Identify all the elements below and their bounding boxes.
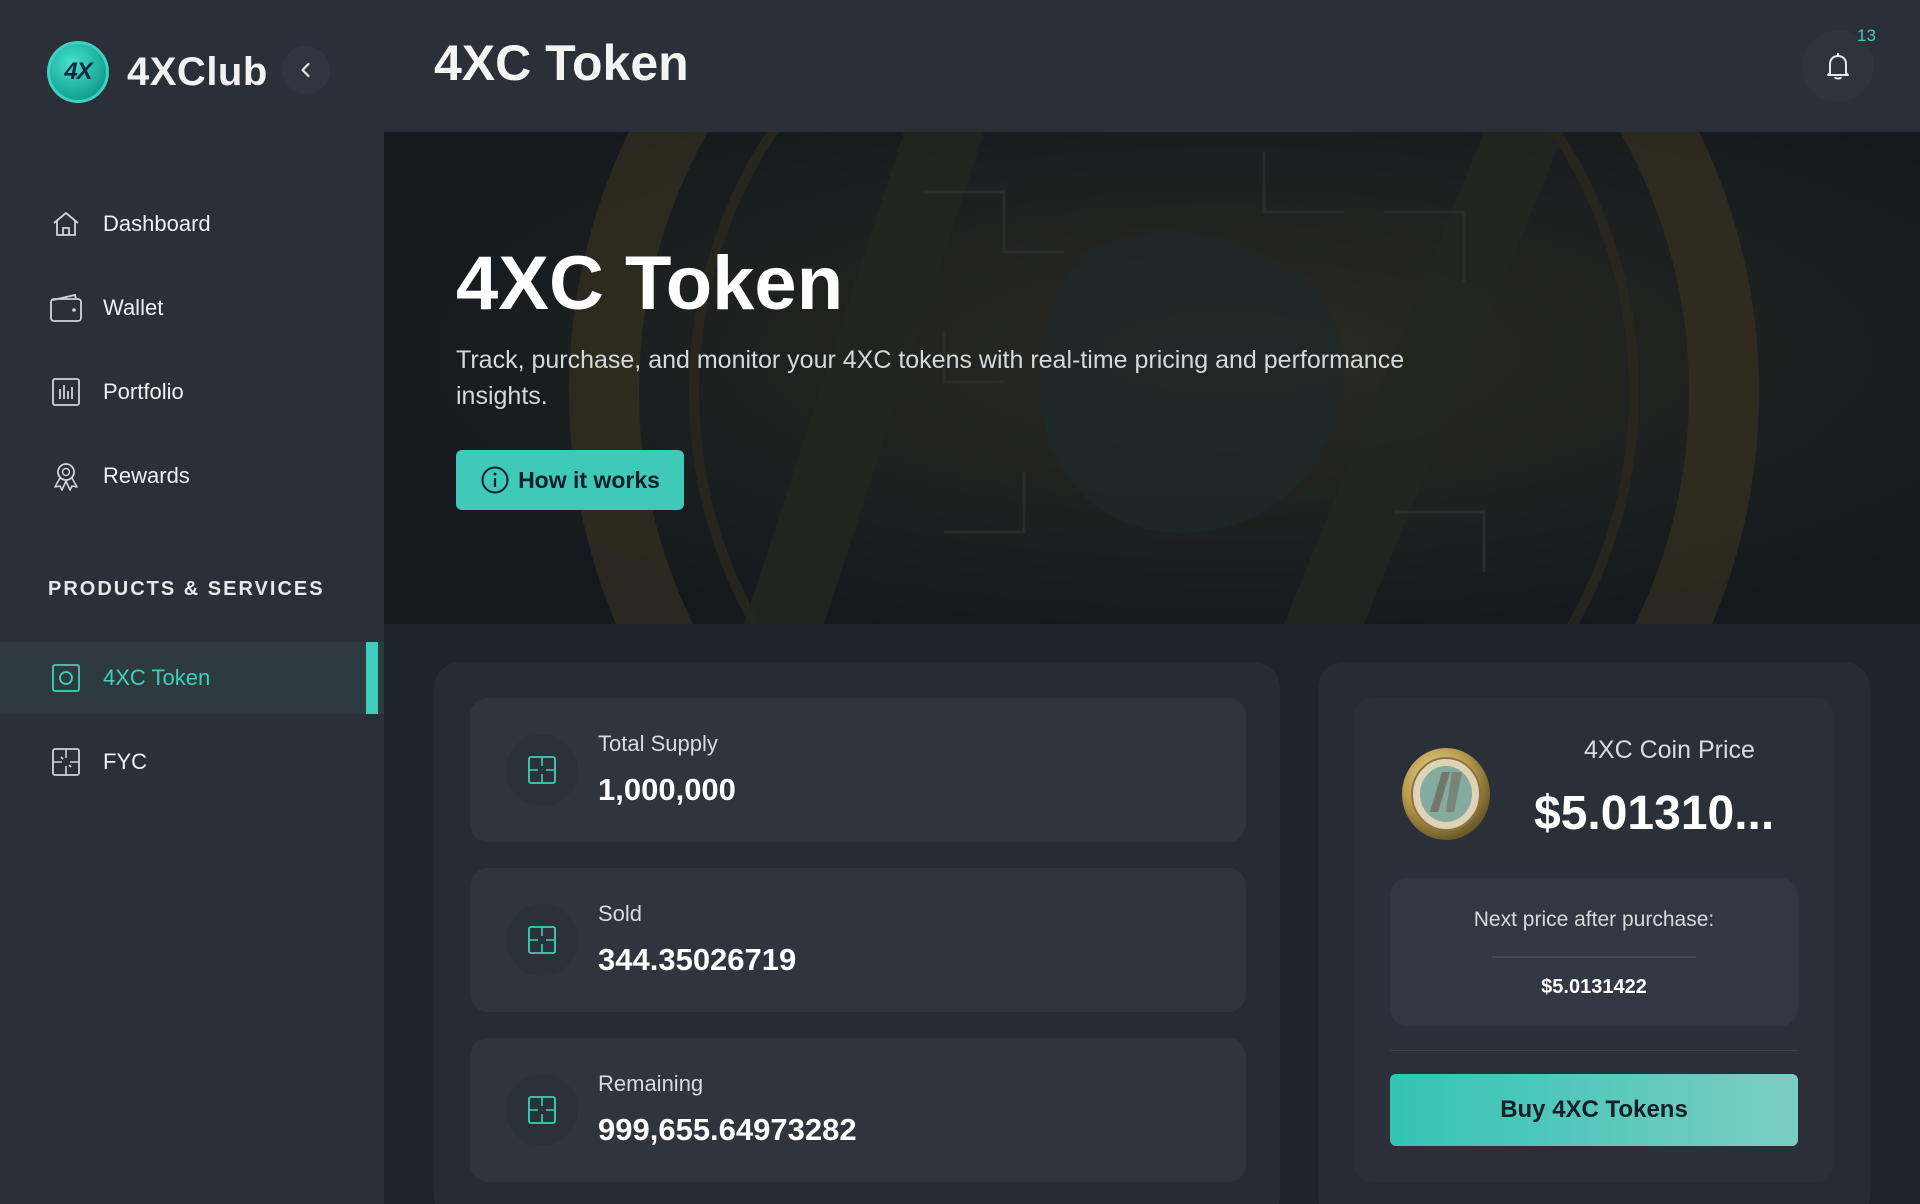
sidebar-item-label: FYC — [103, 749, 147, 774]
wallet-icon — [49, 291, 83, 325]
stat-card-remaining: Remaining 999,655.64973282 — [470, 1038, 1246, 1182]
page-title: 4XC Token — [434, 35, 689, 91]
token-stats-panel: Total Supply 1,000,000 Sold 344.35026719… — [434, 662, 1280, 1204]
home-icon — [49, 207, 83, 241]
stat-label: Remaining — [598, 1071, 704, 1096]
next-price-value: $5.0131422 — [1541, 976, 1647, 998]
how-it-works-button[interactable]: How it works — [456, 450, 684, 510]
products-nav: 4XC Token FYC — [0, 642, 384, 810]
main-nav: Dashboard Wallet Portfolio Rewards — [0, 188, 384, 524]
notification-count-badge: 13 — [1857, 26, 1876, 45]
stat-icon — [506, 904, 578, 976]
buy-tokens-label: Buy 4XC Tokens — [1500, 1096, 1688, 1123]
price-panel: 4XC Coin Price $5.01310... Next price af… — [1318, 662, 1870, 1204]
sidebar-item-wallet[interactable]: Wallet — [0, 272, 384, 344]
buy-tokens-button[interactable]: Buy 4XC Tokens — [1390, 1074, 1798, 1146]
sidebar-item-portfolio[interactable]: Portfolio — [0, 356, 384, 428]
sidebar-item-fyc[interactable]: FYC — [0, 726, 384, 798]
price-label: 4XC Coin Price — [1584, 736, 1755, 764]
sidebar-item-label: Portfolio — [103, 379, 184, 404]
sidebar: 4X 4XClub Dashboard Wallet Portfolio Rew… — [0, 0, 384, 1204]
sidebar-item-label: Dashboard — [103, 211, 211, 236]
next-price-box: Next price after purchase: $5.0131422 — [1390, 878, 1798, 1026]
stat-card-total-supply: Total Supply 1,000,000 — [470, 698, 1246, 842]
chart-icon — [49, 375, 83, 409]
stat-icon — [506, 734, 578, 806]
stat-label: Total Supply — [598, 731, 718, 756]
active-indicator — [366, 642, 378, 714]
stat-card-sold: Sold 344.35026719 — [470, 868, 1246, 1012]
4xc-coin-image — [1402, 748, 1490, 840]
divider — [1492, 956, 1696, 958]
award-icon — [49, 459, 83, 493]
hero-subtitle: Track, purchase, and monitor your 4XC to… — [456, 346, 1405, 410]
stat-label: Sold — [598, 901, 643, 926]
sidebar-item-rewards[interactable]: Rewards — [0, 440, 384, 512]
stat-value: 1,000,000 — [598, 772, 736, 807]
chevron-left-icon — [301, 62, 310, 78]
sidebar-item-dashboard[interactable]: Dashboard — [0, 188, 384, 260]
sidebar-item-4xc-token[interactable]: 4XC Token — [0, 642, 384, 714]
hero-banner: 4XC Token Track, purchase, and monitor y… — [384, 132, 1920, 624]
price-value: $5.01310... — [1534, 787, 1775, 840]
sidebar-item-label: 4XC Token — [103, 665, 211, 690]
hero-title: 4XC Token — [456, 241, 844, 326]
brand-logo: 4X — [47, 41, 109, 103]
brand-name: 4XClub — [127, 49, 268, 94]
grid-icon — [49, 745, 83, 779]
info-icon — [481, 466, 509, 494]
divider — [1390, 1050, 1798, 1051]
sidebar-item-label: Rewards — [103, 463, 190, 488]
stat-value: 999,655.64973282 — [598, 1112, 857, 1147]
how-it-works-label: How it works — [518, 466, 660, 493]
stat-value: 344.35026719 — [598, 942, 797, 977]
topbar: 4XC Token 13 — [384, 0, 1920, 132]
stat-icon — [506, 1074, 578, 1146]
price-card: 4XC Coin Price $5.01310... Next price af… — [1354, 698, 1834, 1182]
sidebar-item-label: Wallet — [103, 295, 164, 320]
section-title: PRODUCTS & SERVICES — [48, 578, 325, 600]
next-price-label: Next price after purchase: — [1473, 908, 1715, 931]
bell-icon — [1827, 53, 1849, 80]
brand[interactable]: 4X 4XClub — [47, 41, 268, 103]
collapse-sidebar-button[interactable] — [282, 46, 330, 94]
token-icon — [49, 661, 83, 695]
